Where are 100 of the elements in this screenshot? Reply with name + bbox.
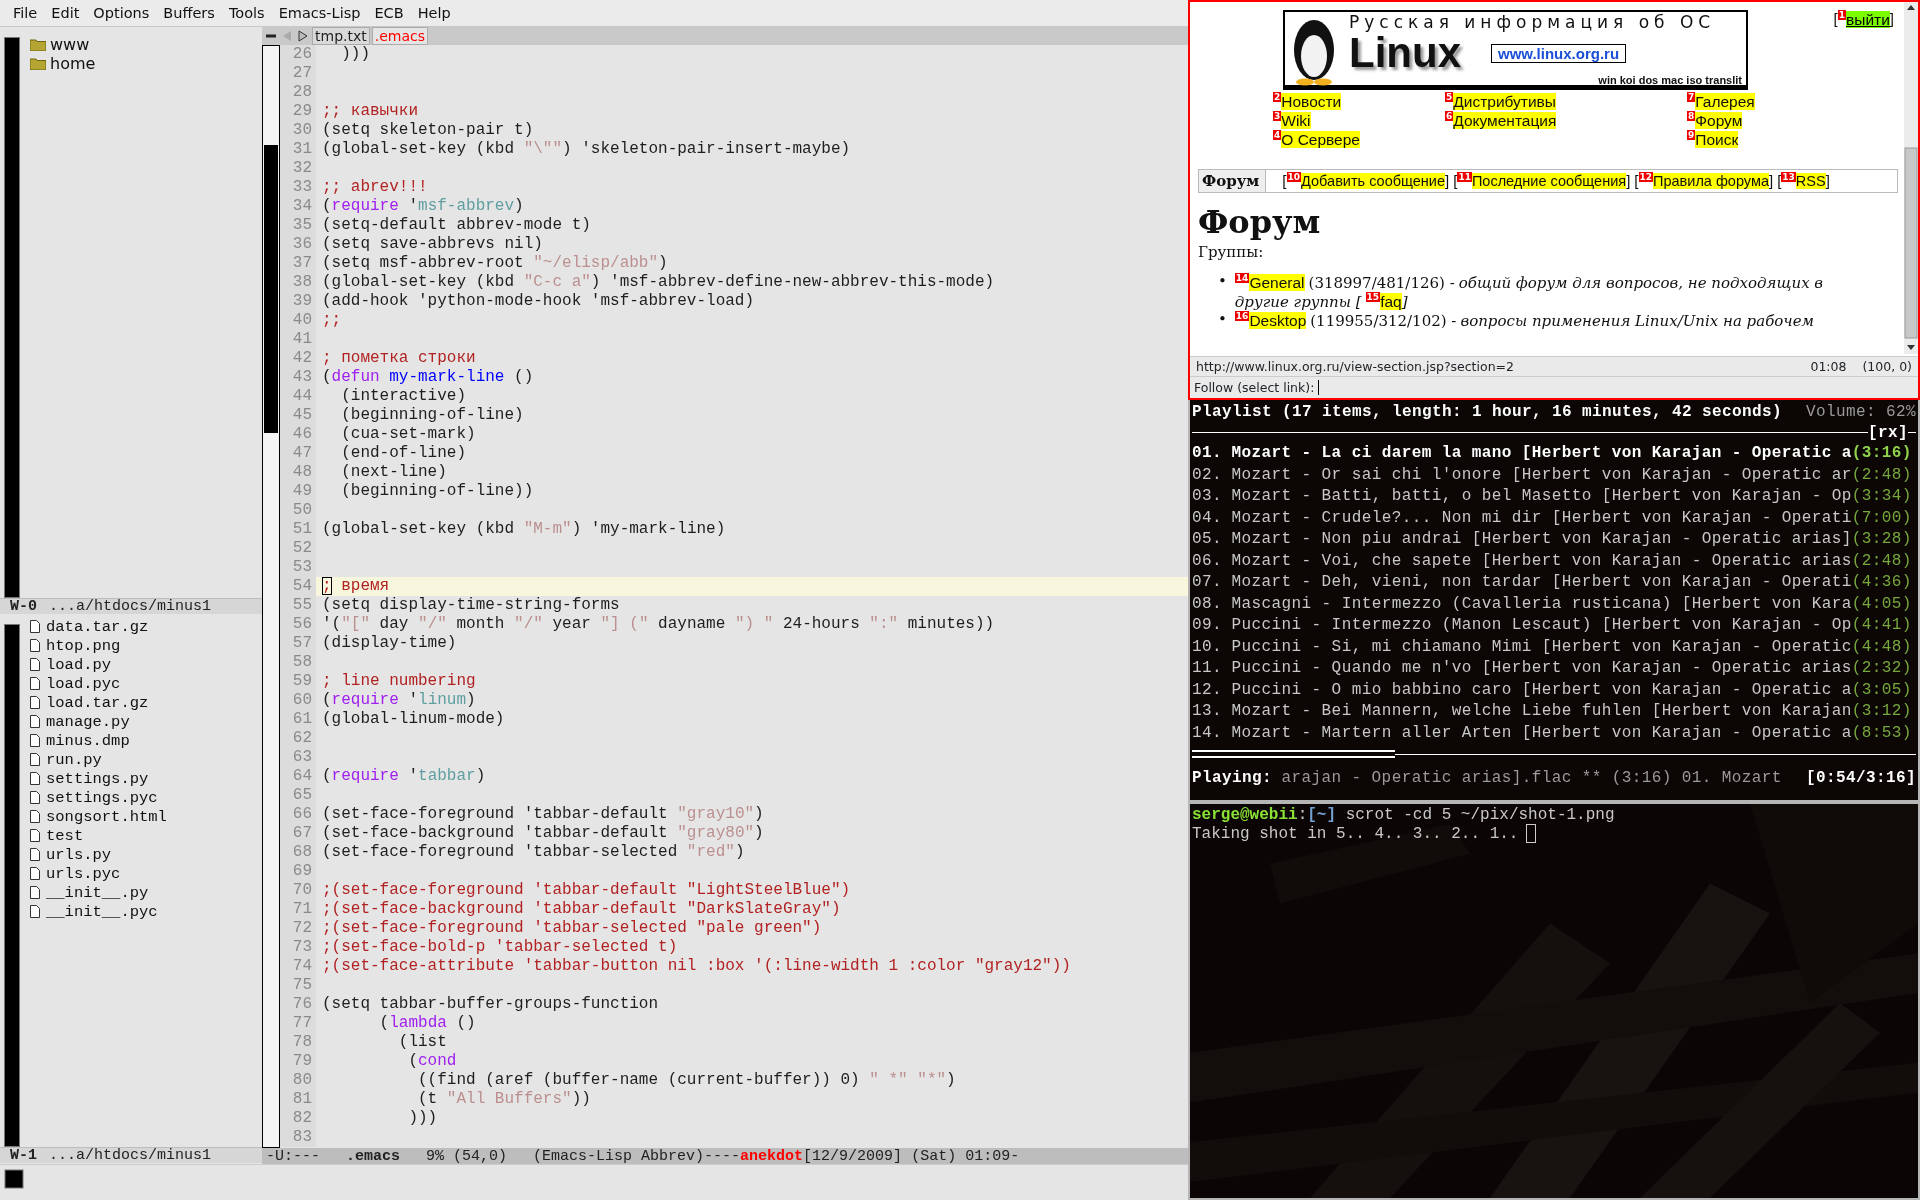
code-line: (require 'tabbar) <box>321 767 487 786</box>
code-line: (beginning-of-line) <box>340 406 525 425</box>
tree-entry[interactable]: minus.dmp <box>46 731 130 750</box>
line-number: 31 <box>280 140 316 159</box>
file-icon <box>30 867 40 880</box>
link[interactable]: Поиск <box>1695 131 1739 148</box>
link[interactable]: Новости <box>1281 93 1342 110</box>
menu-item[interactable]: Options <box>86 5 157 21</box>
code-line: ;(set-face-foreground 'tabbar-default "LightSteelBlue") <box>321 881 852 900</box>
tree-entry[interactable]: manage.py <box>46 712 130 731</box>
line-number: 41 <box>280 330 316 349</box>
playlist-item[interactable]: 03. Mozart - Batti, batti, o bel Masetto [Herbert von Karajan - Op(3:34) <box>1192 485 1916 507</box>
line-number: 44 <box>280 387 316 406</box>
bracket-text: ] <box>1889 10 1894 27</box>
link[interactable]: Правила форума <box>1653 172 1769 189</box>
code-line: (defun my-mark-line () <box>321 368 535 387</box>
tree-entry[interactable]: settings.pyc <box>46 788 158 807</box>
playlist-item[interactable]: 12. Puccini - O mio babbino caro [Herbert von Karajan - Operatic a(3:05) <box>1192 679 1916 701</box>
tree-entry[interactable]: __init__.pyc <box>46 902 158 921</box>
playlist-item[interactable]: 09. Puccini - Intermezzo (Manon Lescaut) [Herbert von Karajan - Op(4:41) <box>1192 614 1916 636</box>
link[interactable]: faq <box>1380 293 1402 310</box>
folder-icon <box>30 57 46 70</box>
scrollbar[interactable] <box>1904 2 1918 354</box>
playlist-item[interactable]: 05. Mozart - Non piu andrai [Herbert von Karajan - Operatic arias](3:28) <box>1192 528 1916 550</box>
right-arrow-icon[interactable] <box>296 29 310 43</box>
hint-badge: 4 <box>1273 130 1282 140</box>
playlist-item[interactable]: 07. Mozart - Deh, vieni, non tardar [Herbert von Karajan - Operati(4:36) <box>1192 571 1916 593</box>
code-line: ; пометка строки <box>321 349 477 368</box>
playlist-item[interactable]: 01. Mozart - La ci darem la mano [Herbert von Karajan - Operatic a(3:16) <box>1192 442 1916 464</box>
tree-entry[interactable]: data.tar.gz <box>46 617 149 636</box>
menu-item[interactable]: File <box>6 5 45 21</box>
tree-entry[interactable]: run.py <box>46 750 102 769</box>
playlist-item[interactable]: 04. Mozart - Crudele?... Non mi dir [Herbert von Karajan - Operati(7:00) <box>1192 507 1916 529</box>
playlist-item[interactable]: 13. Mozart - Bei Mannern, welche Liebe fuhlen [Herbert von Karajan(3:12) <box>1192 700 1916 722</box>
tree-entry[interactable]: test <box>46 826 84 845</box>
scrollbar[interactable] <box>262 45 280 1148</box>
file-icon <box>30 829 40 842</box>
playlist-item[interactable]: 06. Mozart - Voi, che sapete [Herbert von Karajan - Operatic arias(2:48) <box>1192 550 1916 572</box>
tree-entry[interactable]: load.tar.gz <box>46 693 149 712</box>
link[interactable]: Документация <box>1453 112 1557 129</box>
tree-entry[interactable]: www <box>50 35 90 54</box>
playlist-header: Playlist (17 items, length: 1 hour, 16 minutes, 42 seconds) <box>1192 402 1783 421</box>
tree-entry[interactable]: __init__.py <box>46 883 149 902</box>
menu-item[interactable]: Edit <box>44 5 87 21</box>
link[interactable]: О Сервере <box>1281 131 1360 148</box>
playlist-item[interactable]: 11. Puccini - Quando me n'vo [Herbert von Karajan - Operatic arias(2:32) <box>1192 657 1916 679</box>
menu-item[interactable]: Help <box>410 5 458 21</box>
groups-label: Группы: <box>1198 243 1265 261</box>
code-line: (setq msf-abbrev-root "~/elisp/abb") <box>321 254 669 273</box>
link[interactable]: General <box>1249 274 1305 291</box>
playlist-item[interactable]: 10. Puccini - Si, mi chiamano Mimi [Herbert von Karajan - Operatic(4:48) <box>1192 636 1916 658</box>
group-description: вопросы применения Linux/Unix на рабочем <box>1460 313 1814 330</box>
link[interactable]: Дистрибутивы <box>1453 93 1556 110</box>
code-line: ;(set-face-background 'tabbar-default "DarkSlateGray") <box>321 900 842 919</box>
link[interactable]: выйти <box>1846 11 1890 28</box>
line-number: 77 <box>280 1014 316 1033</box>
link[interactable]: RSS <box>1795 172 1826 189</box>
line-number: 61 <box>280 710 316 729</box>
tree-entry[interactable]: home <box>50 54 96 73</box>
scrollbar <box>4 1169 24 1189</box>
site-url[interactable]: www.linux.org.ru <box>1491 43 1627 63</box>
line-number: 50 <box>280 501 316 520</box>
line-number: 35 <box>280 216 316 235</box>
line-number: 63 <box>280 748 316 767</box>
menu-item[interactable]: Tools <box>221 5 272 21</box>
tree-entry[interactable]: urls.pyc <box>46 864 121 883</box>
hint-badge: 7 <box>1687 92 1696 102</box>
menu-item[interactable]: Emacs-Lisp <box>271 5 368 21</box>
code-line: (interactive) <box>340 387 468 406</box>
line-number: 52 <box>280 539 316 558</box>
tree-entry[interactable]: load.py <box>46 655 112 674</box>
tree-entry[interactable]: songsort.html <box>46 807 167 826</box>
line-number: 55 <box>280 596 316 615</box>
link[interactable]: Форум <box>1695 112 1743 129</box>
status-position: (100, 0) <box>1862 359 1912 374</box>
tree-entry[interactable]: urls.py <box>46 845 112 864</box>
tree-entry[interactable]: htop.png <box>46 636 121 655</box>
link[interactable]: Desktop <box>1249 312 1307 329</box>
link[interactable]: Wiki <box>1281 112 1311 129</box>
playlist-item[interactable]: 02. Mozart - Or sai chi l'onore [Herbert von Karajan - Operatic ar(2:48) <box>1192 464 1916 486</box>
line-number: 66 <box>280 805 316 824</box>
code-line: (require 'msf-abbrev) <box>321 197 525 216</box>
mode-line-text: 9% (54,0) <box>426 1148 508 1165</box>
code-line: (setq-default abbrev-mode t) <box>321 216 592 235</box>
menu-item[interactable]: Buffers <box>156 5 222 21</box>
code-line: (lambda () <box>378 1014 477 1033</box>
menu-item[interactable]: ECB <box>367 5 411 21</box>
bracket-text: ] <box>1445 171 1450 191</box>
line-number: 80 <box>280 1071 316 1090</box>
link[interactable]: Галерея <box>1695 93 1755 110</box>
file-icon <box>30 905 40 918</box>
tree-entry[interactable]: load.pyc <box>46 674 121 693</box>
bracket-text: [ <box>1777 171 1782 191</box>
bracket-text: ] <box>1626 171 1631 191</box>
line-number: 58 <box>280 653 316 672</box>
tab[interactable]: tmp.txt <box>312 27 370 45</box>
playlist-item[interactable]: 14. Mozart - Martern aller Arten [Herbert von Karajan - Operatic a(8:53) <box>1192 722 1916 744</box>
file-icon <box>30 658 40 671</box>
playlist-item[interactable]: 08. Mascagni - Intermezzo (Cavalleria rusticana) [Herbert von Kara(4:05) <box>1192 593 1916 615</box>
tree-entry[interactable]: settings.py <box>46 769 149 788</box>
